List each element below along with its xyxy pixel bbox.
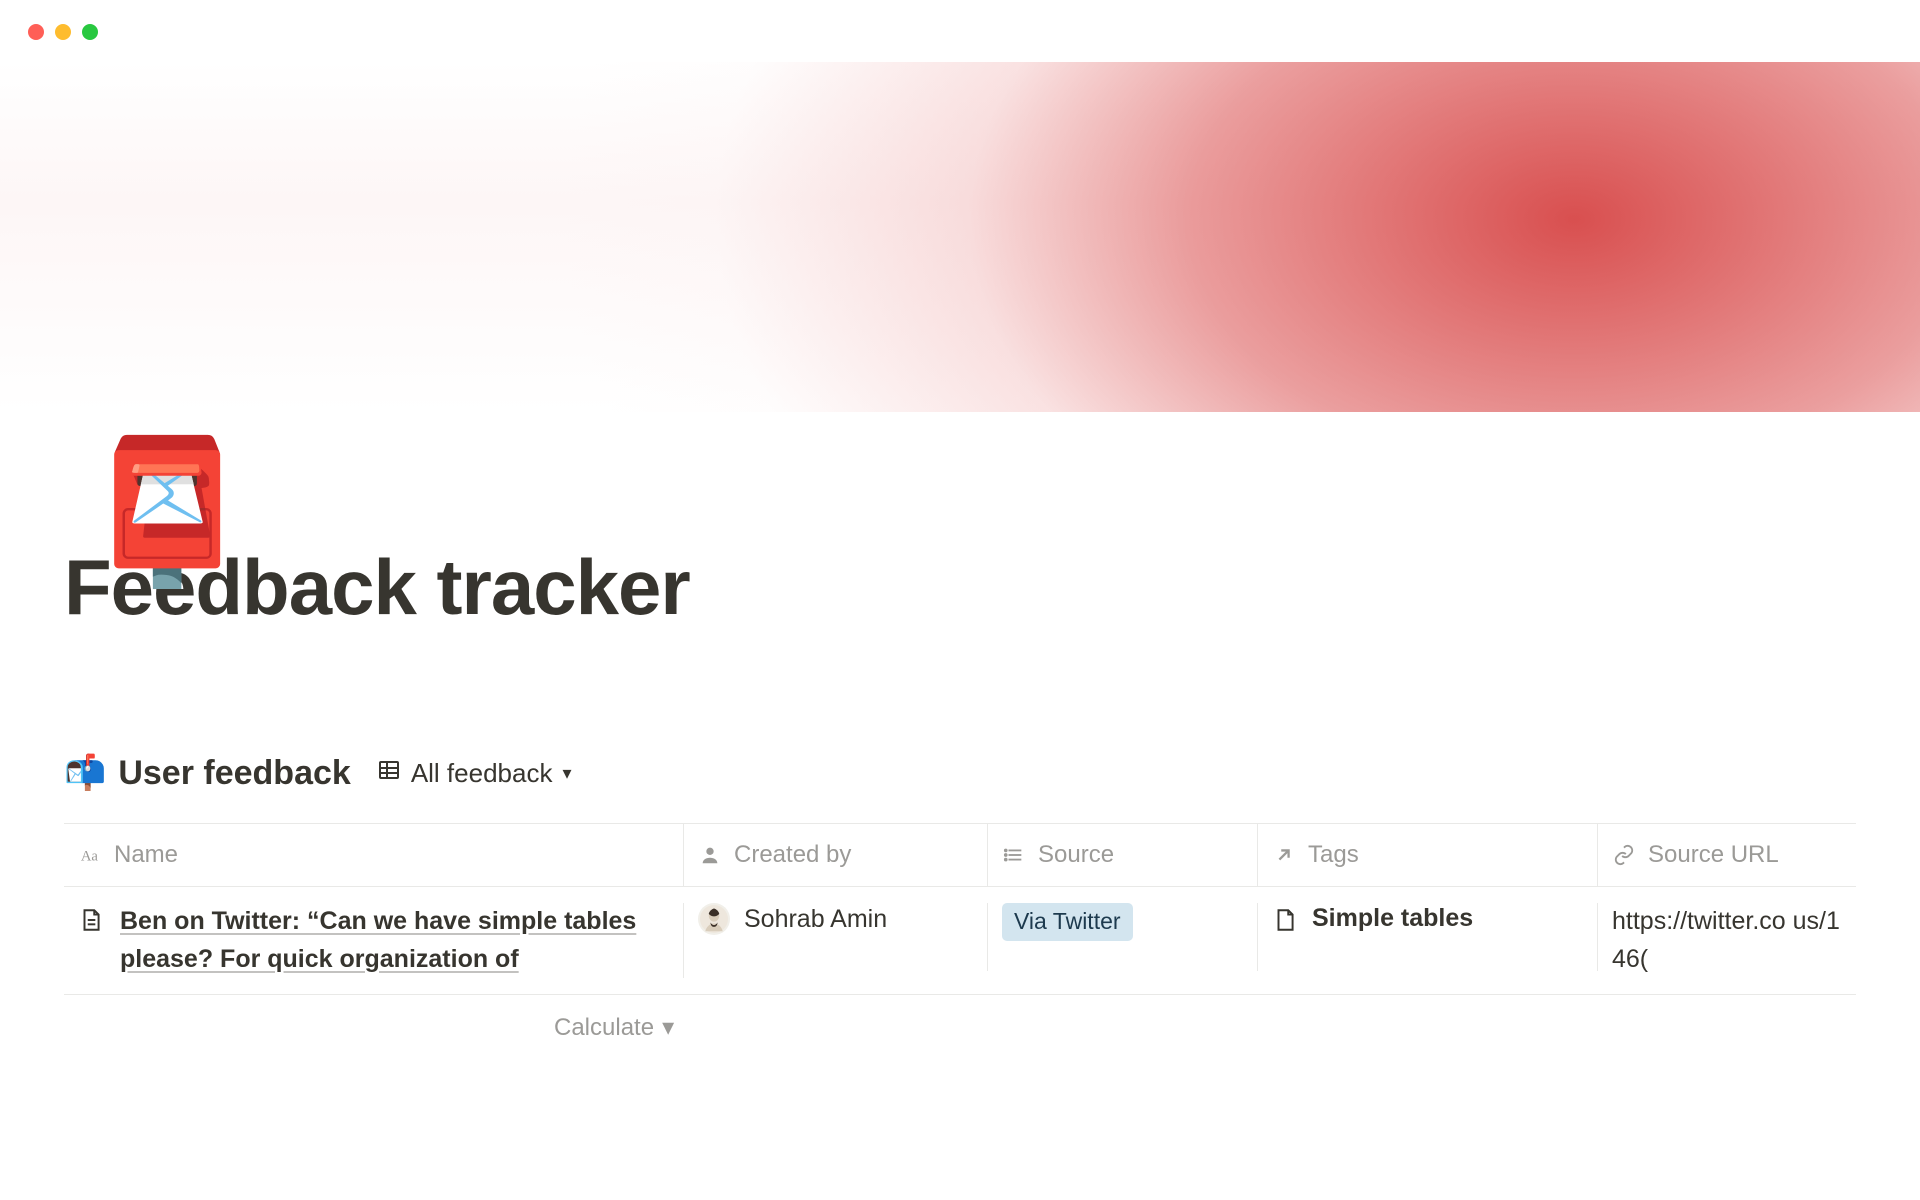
page-title[interactable]: Feedback tracker [64,542,1856,633]
column-name-label: Name [114,841,178,869]
column-header-source[interactable]: Source [988,824,1258,886]
view-label: All feedback [411,758,553,789]
column-header-source-url[interactable]: Source URL [1598,824,1856,886]
database-title: User feedback [118,754,350,793]
column-created-by-label: Created by [734,841,851,869]
cell-source[interactable]: Via Twitter [988,903,1258,971]
relation-property-icon [1272,843,1296,867]
row-name-text: Ben on Twitter: “Can we have simple tabl… [120,903,669,978]
select-property-icon [1002,843,1026,867]
source-url-text: https://twitter.co us/146( [1612,903,1842,978]
column-header-created-by[interactable]: Created by [684,824,988,886]
column-tags-label: Tags [1308,841,1359,869]
page-icon[interactable]: 📮 [80,442,254,582]
window-zoom-dot[interactable] [82,24,98,40]
database-header: 📬 User feedback All feedback ▾ [64,753,1856,793]
table-header-row: Aa Name Created by Source [64,823,1856,887]
source-tag: Via Twitter [1002,903,1133,941]
database-table: Aa Name Created by Source [64,823,1856,995]
table-icon [377,758,401,789]
column-source-url-label: Source URL [1648,841,1779,869]
page-icon [78,907,104,933]
calculate-label: Calculate [554,1014,654,1042]
column-header-tags[interactable]: Tags [1258,824,1598,886]
calculate-button[interactable]: Calculate ▾ [554,1013,674,1042]
column-header-name[interactable]: Aa Name [64,824,684,886]
chevron-down-icon: ▾ [562,763,571,784]
window-minimize-dot[interactable] [55,24,71,40]
person-property-icon [698,843,722,867]
window-controls [0,0,1920,62]
window-close-dot[interactable] [28,24,44,40]
page-content: 📮 Feedback tracker 📬 User feedback All f… [0,542,1920,1042]
mailbox-icon: 📬 [64,753,106,793]
column-source-label: Source [1038,841,1114,869]
cell-tags[interactable]: Simple tables [1258,903,1598,971]
cell-created-by[interactable]: Sohrab Amin [684,903,988,971]
database-title-wrap[interactable]: 📬 User feedback [64,753,351,793]
text-property-icon: Aa [78,843,102,867]
chevron-down-icon: ▾ [662,1013,674,1042]
table-row[interactable]: Ben on Twitter: “Can we have simple tabl… [64,887,1856,995]
page-icon [1272,907,1298,933]
cover-banner[interactable] [0,62,1920,412]
creator-name: Sohrab Amin [744,905,887,934]
cell-name[interactable]: Ben on Twitter: “Can we have simple tabl… [64,903,684,978]
avatar [698,903,730,935]
svg-text:Aa: Aa [81,849,99,865]
view-switcher[interactable]: All feedback ▾ [377,758,572,789]
tag-text: Simple tables [1312,904,1473,933]
url-property-icon [1612,843,1636,867]
cell-source-url[interactable]: https://twitter.co us/146( [1598,903,1856,978]
